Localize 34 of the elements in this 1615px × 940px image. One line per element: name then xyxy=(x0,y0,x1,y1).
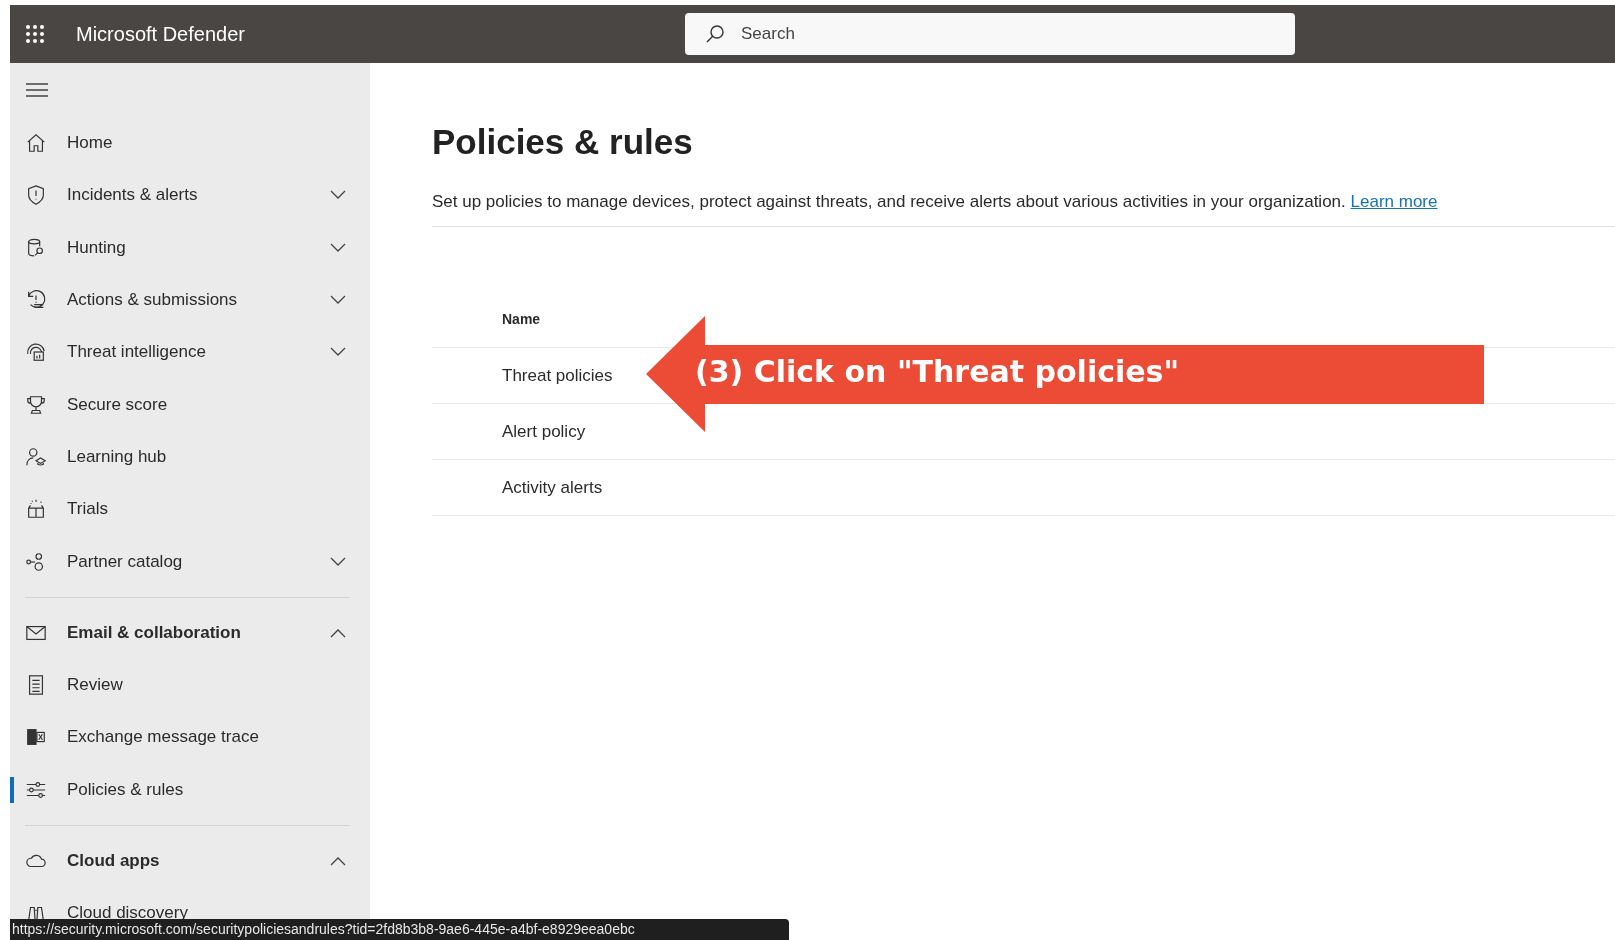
radar-icon xyxy=(25,341,47,364)
app-title: Microsoft Defender xyxy=(76,22,246,46)
table-cell[interactable]: Threat policies xyxy=(502,365,613,386)
nav-item[interactable]: Actions & submissions xyxy=(10,273,370,327)
nav-item[interactable]: Home xyxy=(10,117,370,170)
nav-item[interactable]: Hunting xyxy=(10,221,370,274)
learn-more-link[interactable]: Learn more xyxy=(1350,192,1438,211)
app-launcher-icon[interactable] xyxy=(25,24,45,44)
menu-icon[interactable] xyxy=(26,83,48,97)
nav-item[interactable]: Trials xyxy=(10,483,370,536)
search-field[interactable]: Search xyxy=(685,13,1295,55)
trophy-icon xyxy=(25,393,47,416)
column-header[interactable]: Name xyxy=(502,311,541,327)
nav-item[interactable]: Threat intelligence xyxy=(10,326,370,379)
gift-icon xyxy=(25,498,47,521)
nav-item[interactable]: Review xyxy=(10,658,370,712)
nav-item[interactable]: Learning hub xyxy=(10,430,370,484)
shield-icon xyxy=(25,184,47,207)
person-icon xyxy=(25,445,47,468)
table-cell[interactable]: Alert policy xyxy=(502,421,586,442)
home-icon xyxy=(25,132,47,155)
nav-item[interactable]: Exchange message trace xyxy=(10,711,370,764)
callout-text: (3) Click on "Threat policies" xyxy=(695,354,1180,389)
nav-item[interactable]: Incidents & alerts xyxy=(10,169,370,222)
link-url-tooltip: https://security.microsoft.com/securitypoliciesandrules?tid=2fd8b3b8-9ae6-445e-a4bf-e8929eea0ebc xyxy=(10,919,789,940)
search-icon xyxy=(705,24,725,44)
page-title: Policies & rules xyxy=(432,122,694,162)
nav-item[interactable]: Email & collaboration xyxy=(10,606,370,659)
page-description: Set up policies to manage devices, protect against threats, and receive alerts about various activities in your organization. xyxy=(432,192,1346,211)
nav-item[interactable]: Cloud apps xyxy=(10,834,370,888)
nav-item[interactable]: Secure score xyxy=(10,378,370,431)
nav-item[interactable]: Partner catalog xyxy=(10,535,370,588)
nav-item[interactable]: Policies & rules xyxy=(10,763,370,816)
table-cell[interactable]: Activity alerts xyxy=(502,477,603,498)
